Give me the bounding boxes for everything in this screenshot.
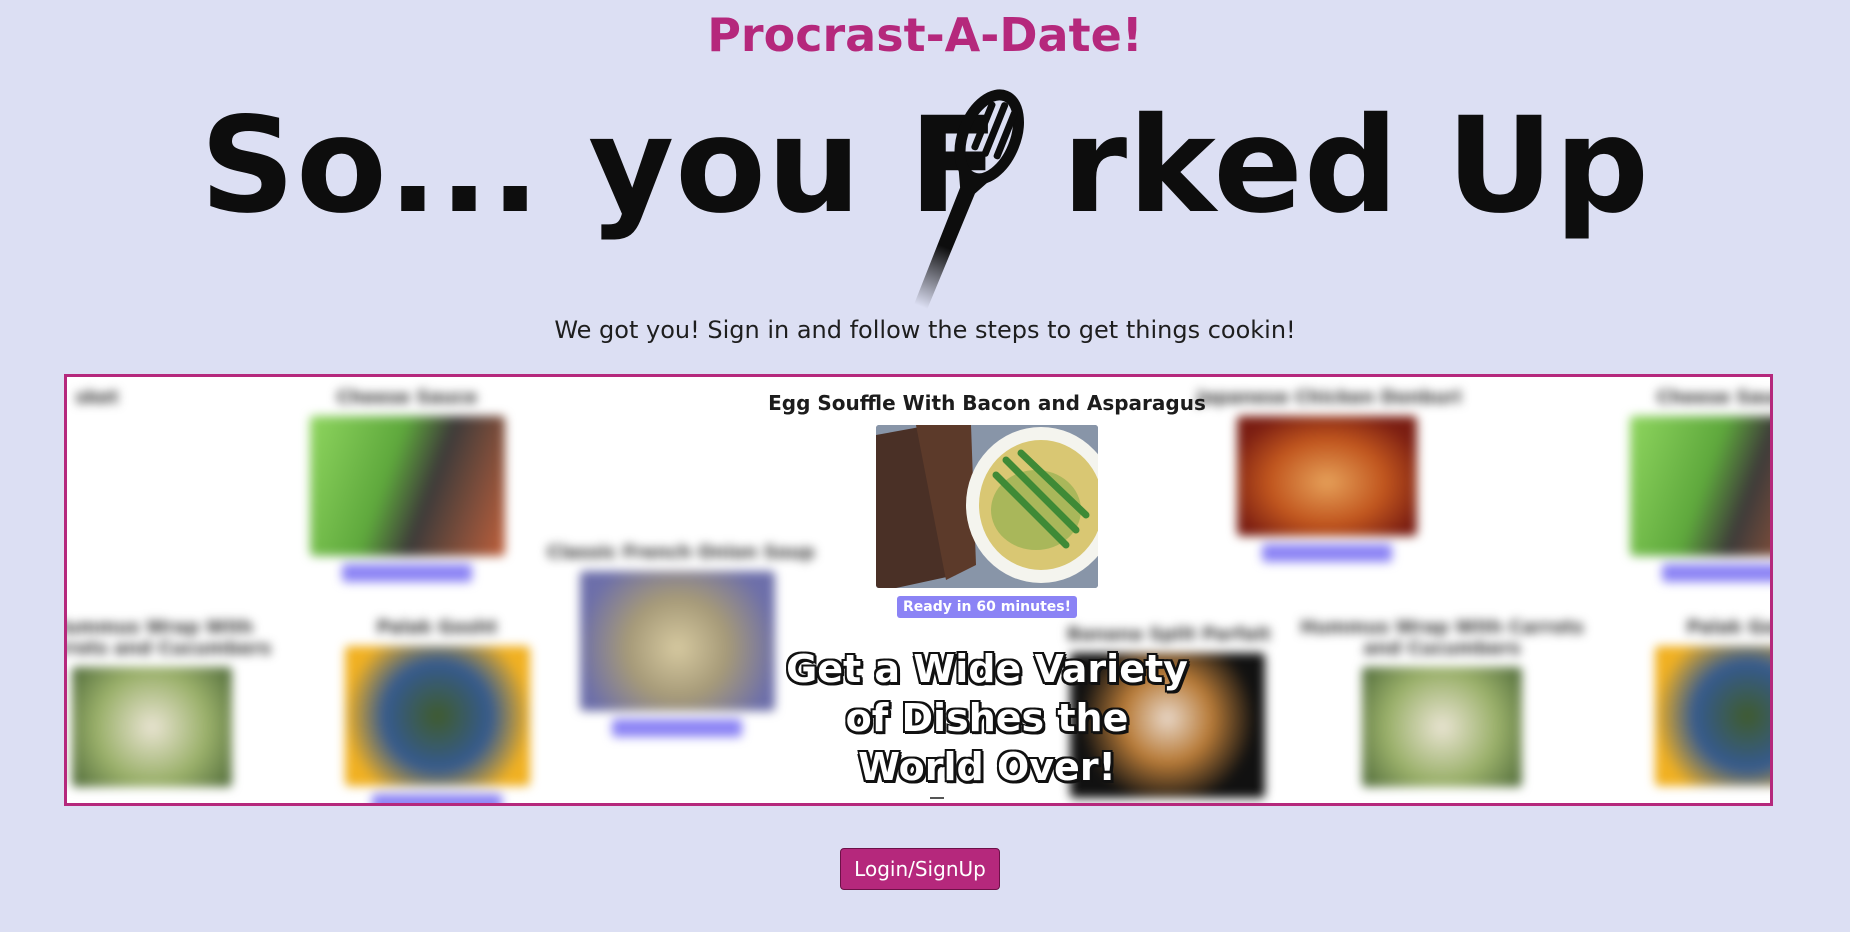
- bg-card-badge: [1662, 564, 1770, 582]
- bg-card: Hummus Wrap With Carrots and Cucumbers: [65, 617, 277, 787]
- caption-line-1: Get a Wide Variety: [785, 646, 1189, 692]
- featured-recipe-card[interactable]: Egg Souffle With Bacon and Asparagus Rea…: [627, 391, 1347, 618]
- featured-recipe-illustration: [876, 425, 1098, 588]
- bg-card: Palak Gosht: [1647, 617, 1773, 786]
- bg-card-image: [1629, 416, 1770, 556]
- bg-card-image: [1654, 646, 1770, 786]
- bg-card-title: Palak Gosht: [376, 617, 498, 638]
- fork-icon: [914, 89, 1024, 310]
- bg-card-badge: [372, 794, 502, 803]
- featured-recipe-image: [876, 425, 1098, 588]
- bg-card-title: Cheese Sauce: [336, 387, 478, 408]
- bg-card-title: Palak Gosht: [1686, 617, 1773, 638]
- bg-card-image: [309, 416, 505, 556]
- bg-card: Hummus Wrap With Carrots and Cucumbers: [1297, 617, 1587, 787]
- bg-card: Palak Gosht: [337, 617, 537, 803]
- recipe-carousel[interactable]: sket Cheese Sauce Classic French Onion S…: [64, 374, 1773, 806]
- subtitle: We got you! Sign in and follow the steps…: [554, 316, 1296, 344]
- bg-card-title: sket: [75, 387, 119, 408]
- caption-line-3: World Over!: [857, 744, 1117, 790]
- featured-recipe-title: Egg Souffle With Bacon and Asparagus: [768, 391, 1206, 415]
- hero-title-part-2: rked Up: [1062, 89, 1650, 243]
- bg-card-title: Banana Split Parfait: [1067, 624, 1271, 645]
- login-signup-button[interactable]: Login/SignUp: [840, 848, 1000, 890]
- carousel-indicator[interactable]: [930, 797, 944, 799]
- bg-card-image: [1362, 667, 1522, 787]
- bg-card-badge: [342, 564, 472, 582]
- caption-line-2: of Dishes the: [845, 695, 1130, 741]
- bg-card-image: [72, 667, 232, 787]
- bg-card: Cheese Sauce: [307, 387, 507, 582]
- hero-banner: So... you Frked Up: [0, 89, 1850, 320]
- bg-card-image: [344, 646, 530, 786]
- bg-card-title: Hummus Wrap With Carrots and Cucumbers: [1300, 617, 1584, 659]
- ready-time-badge: Ready in 60 minutes!: [897, 596, 1077, 618]
- brand-title: Procrast-A-Date!: [707, 8, 1143, 62]
- carousel-caption: Get a Wide Variety of Dishes the World O…: [697, 645, 1277, 792]
- bg-card: Cheese Sauce: [1627, 387, 1770, 582]
- bg-card: sket: [67, 387, 197, 536]
- bg-card-title: Hummus Wrap With Carrots and Cucumbers: [65, 617, 272, 659]
- bg-card-title: Cheese Sauce: [1656, 387, 1770, 408]
